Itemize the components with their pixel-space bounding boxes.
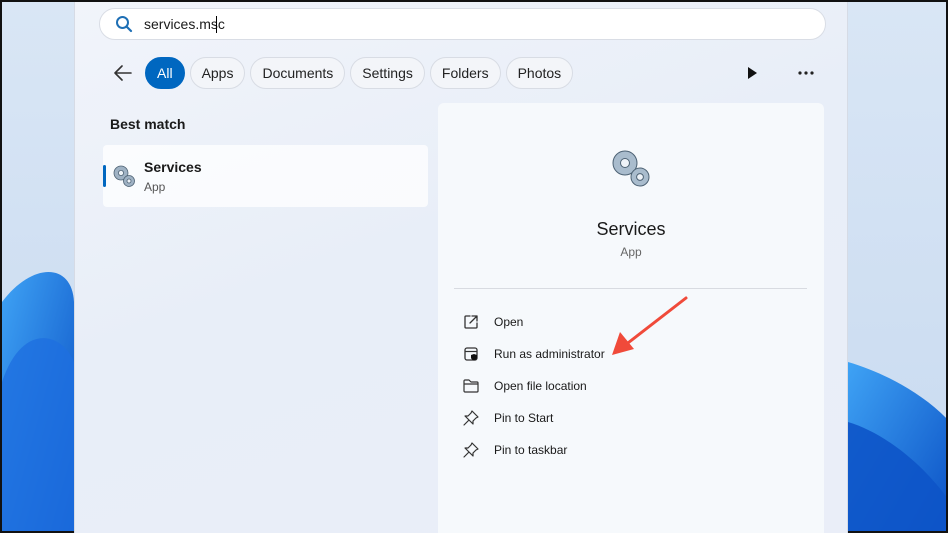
section-title-best-match: Best match: [110, 116, 186, 132]
result-type: App: [144, 180, 166, 194]
action-run-as-administrator[interactable]: Run as administrator: [462, 338, 605, 370]
action-pin-to-taskbar[interactable]: Pin to taskbar: [462, 434, 605, 466]
filter-documents[interactable]: Documents: [250, 57, 346, 89]
filter-all[interactable]: All: [145, 57, 185, 89]
divider: [454, 288, 807, 289]
action-label: Open: [494, 315, 524, 329]
filter-apps[interactable]: Apps: [189, 57, 246, 89]
search-input[interactable]: [144, 16, 444, 32]
back-arrow-icon[interactable]: [109, 59, 137, 87]
pin-icon: [462, 409, 480, 427]
selection-indicator: [103, 165, 106, 187]
result-name: Services: [144, 159, 202, 175]
gears-icon: [111, 163, 137, 189]
folder-icon: [462, 377, 480, 395]
pin-icon: [462, 441, 480, 459]
action-pin-to-start[interactable]: Pin to Start: [462, 402, 605, 434]
open-external-icon: [462, 313, 480, 331]
detail-app-type: App: [620, 245, 642, 259]
best-match-result[interactable]: Services App: [103, 145, 428, 207]
shield-icon: [462, 345, 480, 363]
action-open[interactable]: Open: [462, 306, 605, 338]
filter-folders[interactable]: Folders: [429, 57, 501, 89]
search-box[interactable]: [99, 8, 826, 40]
filter-settings[interactable]: Settings: [350, 57, 425, 89]
action-list: Open Run as administrator Open file loca…: [462, 306, 605, 466]
text-caret: [216, 15, 217, 33]
play-icon[interactable]: [743, 64, 761, 82]
start-search-panel: All Apps Documents Settings Folders Phot…: [74, 2, 848, 533]
filter-photos[interactable]: Photos: [505, 57, 574, 89]
action-label: Pin to Start: [494, 411, 554, 425]
more-options-icon[interactable]: [795, 64, 817, 82]
search-icon: [114, 14, 134, 34]
action-open-file-location[interactable]: Open file location: [462, 370, 605, 402]
gears-icon: [608, 147, 654, 189]
detail-app-name: Services: [596, 219, 666, 239]
annotation-arrow-icon: [612, 296, 688, 355]
action-label: Run as administrator: [494, 347, 605, 361]
filter-bar: All Apps Documents Settings Folders Phot…: [109, 57, 578, 89]
action-label: Pin to taskbar: [494, 443, 568, 457]
action-label: Open file location: [494, 379, 587, 393]
